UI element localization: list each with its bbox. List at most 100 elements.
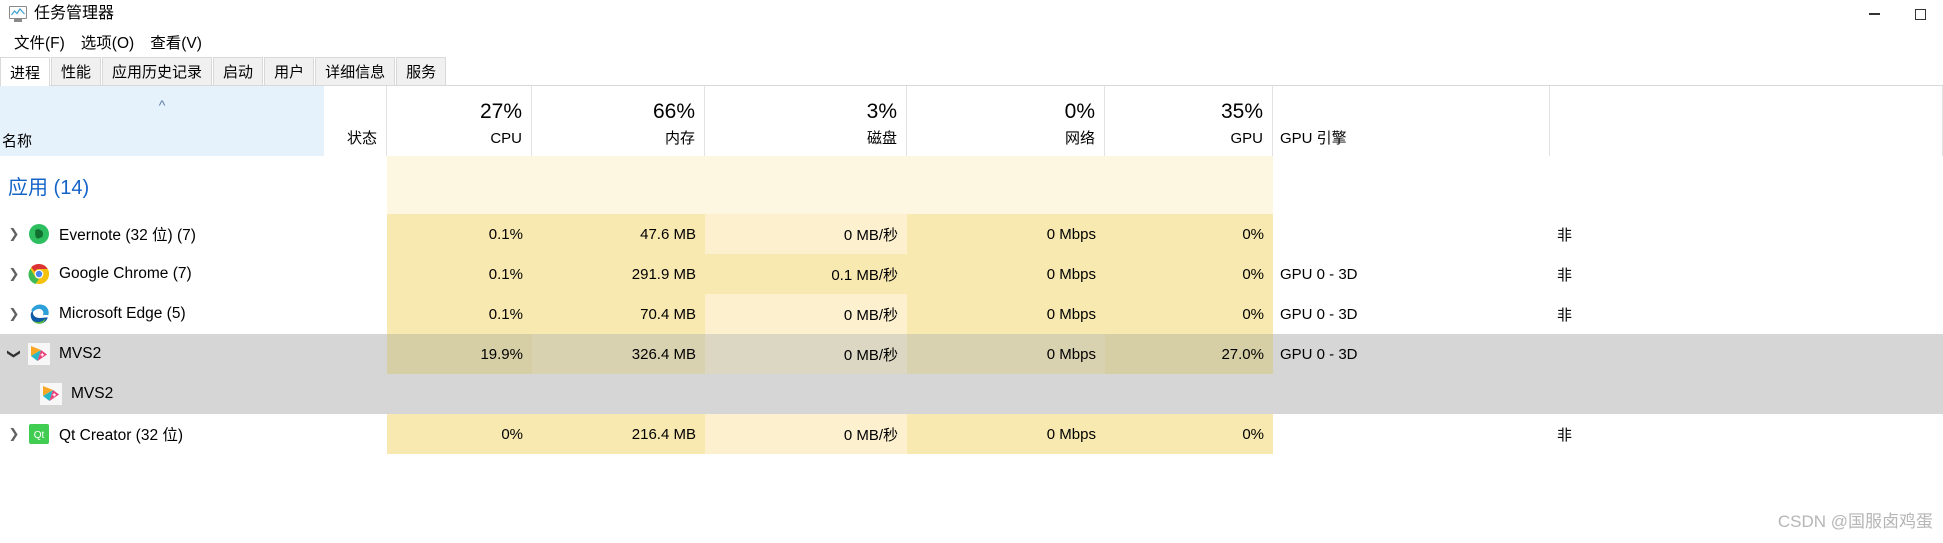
cell-power: 非	[1550, 214, 1943, 254]
task-manager-icon	[8, 4, 28, 24]
cell-gpu	[1105, 374, 1273, 414]
cell-cpu: 0.1%	[387, 214, 532, 254]
cell-memory	[532, 156, 705, 214]
minimize-button[interactable]	[1851, 0, 1897, 28]
cell-cpu	[387, 156, 532, 214]
table-row[interactable]: ❯ Qt Qt Creator (32 位) 0% 216.4 MB 0 MB/秒 0 Mb…	[0, 414, 1943, 454]
menu-item-options[interactable]: 选项(O)	[73, 29, 142, 55]
table-row[interactable]: ❯ Google Chrome (7) 0.1% 291.9 MB 0.1 MB/秒 0 …	[0, 254, 1943, 294]
value-gpu: 0%	[1242, 305, 1264, 323]
table-row[interactable]: ❯ Evernote (32 位) (7) 0.1% 47.6 MB 0 MB/秒 0 M…	[0, 214, 1943, 254]
cell-name: MVS2	[0, 374, 325, 414]
tab-users[interactable]: 用户	[264, 57, 315, 85]
mvs2-icon	[40, 383, 62, 405]
edge-icon	[28, 303, 50, 325]
window-controls	[1851, 0, 1943, 28]
tab-startup[interactable]: 启动	[213, 57, 264, 85]
value-memory: 326.4 MB	[631, 345, 696, 363]
cell-gpueng: GPU 0 - 3D	[1273, 254, 1550, 294]
value-gpueng: GPU 0 - 3D	[1280, 305, 1358, 323]
column-header-label-status: 状态	[346, 130, 377, 147]
column-header-label-cpu: CPU	[490, 130, 522, 147]
column-header-percent-memory: 66%	[652, 100, 695, 123]
qtcreator-icon: Qt	[28, 423, 50, 445]
tab-processes[interactable]: 进程	[0, 57, 51, 86]
process-name: MVS2	[59, 345, 102, 362]
cell-net: 0 Mbps	[907, 334, 1105, 374]
cell-cpu: 0.1%	[387, 254, 532, 294]
value-memory: 291.9 MB	[631, 265, 696, 283]
chevron-right-icon[interactable]: ❯	[0, 426, 28, 442]
chevron-down-icon[interactable]: ❯	[6, 340, 22, 368]
tab-services[interactable]: 服务	[396, 57, 447, 85]
column-header-cpu[interactable]: 27% CPU	[387, 86, 532, 156]
table-row[interactable]: MVS2	[0, 374, 1943, 414]
maximize-button[interactable]	[1897, 0, 1943, 28]
cell-cpu: 0.1%	[387, 294, 532, 334]
column-header-label-power	[1550, 129, 1942, 151]
value-cpu: 0%	[501, 425, 523, 443]
column-header-net[interactable]: 0% 网络	[907, 86, 1105, 156]
value-memory: 70.4 MB	[640, 305, 696, 323]
cell-name: ❯ Qt Qt Creator (32 位)	[0, 414, 325, 454]
cell-status	[325, 254, 387, 294]
cell-memory: 70.4 MB	[532, 294, 705, 334]
table-row[interactable]: ❯ MVS2 19.9% 326.4 MB 0 MB/秒 0 Mbps 27.0% GPU 0…	[0, 334, 1943, 374]
value-cpu: 0.1%	[488, 305, 523, 323]
chevron-right-icon[interactable]: ❯	[0, 266, 28, 282]
sort-ascending-icon: ^	[158, 97, 166, 113]
value-net: 0 Mbps	[1046, 265, 1096, 283]
tab-performance[interactable]: 性能	[51, 57, 102, 85]
column-header-memory[interactable]: 66% 内存	[532, 86, 705, 156]
menu-bar: 文件(F) 选项(O) 查看(V)	[0, 28, 1943, 56]
cell-disk: 0 MB/秒	[705, 414, 907, 454]
column-header-disk[interactable]: 3% 磁盘	[705, 86, 907, 156]
column-header-gpu[interactable]: 35% GPU	[1105, 86, 1273, 156]
group-title: 应用 (14)	[8, 176, 90, 199]
cell-cpu: 0%	[387, 414, 532, 454]
value-power: 非	[1557, 226, 1573, 244]
column-header-percent-power	[1550, 99, 1942, 129]
chevron-right-icon[interactable]: ❯	[0, 226, 28, 242]
column-header-label-disk: 磁盘	[866, 130, 897, 147]
cell-memory: 47.6 MB	[532, 214, 705, 254]
menu-item-file[interactable]: 文件(F)	[6, 29, 73, 55]
column-header-percent-net: 0%	[1064, 100, 1095, 123]
cell-disk: 0 MB/秒	[705, 334, 907, 374]
cell-memory	[532, 374, 705, 414]
column-header-gpueng[interactable]: GPU 引擎	[1273, 86, 1550, 156]
cell-status	[325, 156, 387, 214]
column-header-percent-disk: 3%	[866, 100, 897, 123]
table-row[interactable]: ❯ Microsoft Edge (5) 0.1% 70.4 MB 0 MB/秒 0 Mb…	[0, 294, 1943, 334]
value-gpu: 0%	[1242, 265, 1264, 283]
value-cpu: 19.9%	[480, 345, 523, 363]
value-disk: 0 MB/秒	[843, 226, 898, 244]
value-memory: 47.6 MB	[640, 225, 696, 243]
cell-gpu: 0%	[1105, 214, 1273, 254]
cell-memory: 291.9 MB	[532, 254, 705, 294]
column-header-status[interactable]: 状态	[325, 86, 387, 156]
cell-power	[1550, 156, 1943, 214]
cell-gpueng: GPU 0 - 3D	[1273, 294, 1550, 334]
cell-name: ❯ Evernote (32 位) (7)	[0, 214, 325, 254]
column-header-label-net: 网络	[1064, 130, 1095, 147]
tab-details[interactable]: 详细信息	[315, 57, 396, 85]
chrome-icon	[28, 263, 50, 285]
evernote-icon	[28, 223, 50, 245]
value-gpu: 0%	[1242, 225, 1264, 243]
cell-cpu: 19.9%	[387, 334, 532, 374]
value-net: 0 Mbps	[1046, 225, 1096, 243]
column-header-power[interactable]	[1550, 86, 1943, 156]
chevron-right-icon[interactable]: ❯	[0, 306, 28, 322]
column-header-label-memory: 内存	[664, 130, 695, 147]
value-disk: 0 MB/秒	[843, 346, 898, 364]
column-header-name[interactable]: ^ 名称	[0, 86, 325, 156]
menu-item-view[interactable]: 查看(V)	[142, 29, 210, 55]
cell-gpueng	[1273, 414, 1550, 454]
tab-app-history[interactable]: 应用历史记录	[102, 57, 213, 85]
mvs2-icon	[28, 343, 50, 365]
cell-net: 0 Mbps	[907, 254, 1105, 294]
table-group-row[interactable]: 应用 (14)	[0, 156, 1943, 214]
column-header-percent-gpueng	[1273, 99, 1549, 129]
cell-net: 0 Mbps	[907, 214, 1105, 254]
